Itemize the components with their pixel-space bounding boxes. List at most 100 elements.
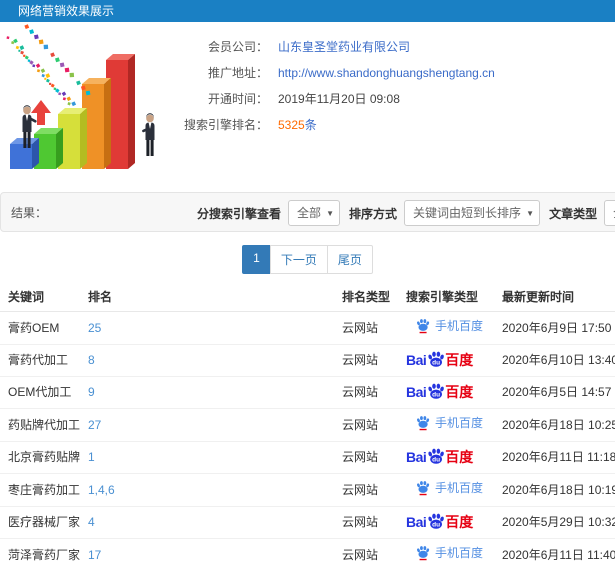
cell-rank[interactable]: 25 [80,312,334,345]
page-button-current[interactable]: 1 [242,245,271,274]
company-row: 会员公司： 山东皇圣堂药业有限公司 [184,34,495,60]
next-page-button[interactable]: 下一页 [270,245,328,274]
cell-engine: Bai du 百度 [398,345,494,377]
cell-rank[interactable]: 27 [80,409,334,442]
cell-update-time: 2020年6月5日 14:57 [494,377,615,409]
cell-rank-type: 云网站 [334,312,398,345]
cell-update-time: 2020年6月11日 11:40 [494,539,615,571]
engine-select[interactable]: 全部 ▼ [288,200,340,226]
svg-text:du: du [432,521,440,528]
ranking-count-label: 搜索引擎排名： [184,112,268,138]
article-type-label: 文章类型 [549,205,597,222]
baidu-logo: Bai du 百度 [406,448,473,467]
cell-rank-type: 云网站 [334,507,398,539]
table-row: 医疗器械厂家 4 云网站 Bai du 百度 2020年5月29日 10:32 [0,507,615,539]
cell-engine: 手机百度 [398,409,494,442]
cell-rank[interactable]: 1,4,6 [80,474,334,507]
sort-filter-label: 排序方式 [349,205,397,222]
cell-keyword: 膏药代加工 [0,345,80,377]
header-rank-type: 排名类型 [334,282,398,312]
filter-controls: 分搜索引擎查看 全部 ▼ 排序方式 关键词由短到长排序 ▼ 文章类型 全部 ▼ … [197,193,615,233]
cell-update-time: 2020年6月18日 10:25 [494,409,615,442]
baidu-logo: Bai du 百度 [406,383,473,402]
cell-rank[interactable]: 4 [80,507,334,539]
cell-engine: Bai du 百度 [398,507,494,539]
table-row: OEM代加工 9 云网站 Bai du 百度 2020年6月5日 14:57 [0,377,615,409]
cell-rank-type: 云网站 [334,345,398,377]
sort-select[interactable]: 关键词由短到长排序 ▼ [404,200,540,226]
ranking-count-suffix: 条 [305,118,317,132]
baidu-logo-name: 百度 [445,515,473,530]
baidu-paw-icon: du [427,351,445,367]
baidu-paw-icon: du [427,383,445,399]
sort-select-value: 关键词由短到长排序 [413,206,521,220]
cell-update-time: 2020年6月10日 13:40 [494,345,615,377]
ranking-count-row: 搜索引擎排名： 5325条 [184,112,495,138]
table-row: 菏泽膏药厂家 17 云网站 手机百度 2020年6月11日 11:40 [0,539,615,571]
baidu-paw-icon: du [427,448,445,464]
baidu-logo-bai: Bai [406,385,426,400]
promo-url-link[interactable]: http://www.shandonghuangshengtang.cn [278,60,495,86]
promo-url-label: 推广地址： [184,60,268,86]
svg-text:du: du [432,456,440,463]
baidu-logo-name: 百度 [445,450,473,465]
cell-update-time: 2020年6月18日 10:19 [494,474,615,507]
engine-filter-label: 分搜索引擎查看 [197,205,281,222]
mobile-baidu-badge: 手机百度 [406,415,483,431]
open-time-value: 2019年11月20日 09:08 [278,86,400,112]
cell-engine: 手机百度 [398,539,494,571]
engine-select-value: 全部 [297,206,321,220]
company-label: 会员公司： [184,34,268,60]
cell-rank-type: 云网站 [334,409,398,442]
cell-engine: Bai du 百度 [398,377,494,409]
cell-rank-type: 云网站 [334,539,398,571]
result-label: 结果： [11,204,51,221]
chevron-down-icon: ▼ [326,202,334,226]
cell-rank[interactable]: 1 [80,442,334,474]
mobile-baidu-label: 手机百度 [435,481,483,496]
baidu-logo-name: 百度 [445,353,473,368]
chevron-down-icon: ▼ [526,202,534,226]
baidu-logo: Bai du 百度 [406,513,473,532]
ranking-table: 关键词 排名 排名类型 搜索引擎类型 最新更新时间 膏药OEM 25 云网站 [0,282,615,571]
cell-engine: 手机百度 [398,312,494,345]
cell-update-time: 2020年6月9日 17:50 [494,312,615,345]
cell-rank[interactable]: 9 [80,377,334,409]
cell-rank-type: 云网站 [334,474,398,507]
header-engine-type: 搜索引擎类型 [398,282,494,312]
mobile-baidu-badge: 手机百度 [406,318,483,334]
mobile-baidu-paw-icon [416,480,430,496]
filter-bar: 结果： 分搜索引擎查看 全部 ▼ 排序方式 关键词由短到长排序 ▼ 文章类型 全… [0,192,615,232]
cell-keyword: 枣庄膏药加工 [0,474,80,507]
mobile-baidu-badge: 手机百度 [406,480,483,496]
last-page-button[interactable]: 尾页 [327,245,373,274]
mobile-baidu-label: 手机百度 [435,319,483,334]
article-type-select[interactable]: 全部 ▼ [604,200,615,226]
bar-chart-illustration [0,22,184,184]
table-row: 膏药OEM 25 云网站 手机百度 2020年6月9日 17:50 [0,312,615,345]
table-row: 北京膏药贴牌 1 云网站 Bai du 百度 2020年6月11日 11:18 [0,442,615,474]
cell-keyword: 膏药OEM [0,312,80,345]
ranking-count-number: 5325 [278,118,305,132]
baidu-logo-bai: Bai [406,515,426,530]
growth-chart-image [0,22,184,184]
cell-engine: Bai du 百度 [398,442,494,474]
mobile-baidu-label: 手机百度 [435,416,483,431]
header-rank: 排名 [80,282,334,312]
cell-keyword: 医疗器械厂家 [0,507,80,539]
company-link[interactable]: 山东皇圣堂药业有限公司 [278,34,410,60]
promo-url-row: 推广地址： http://www.shandonghuangshengtang.… [184,60,495,86]
cell-rank-type: 云网站 [334,377,398,409]
cell-engine: 手机百度 [398,474,494,507]
cell-rank[interactable]: 17 [80,539,334,571]
cell-rank[interactable]: 8 [80,345,334,377]
baidu-logo: Bai du 百度 [406,351,473,370]
cell-keyword: 北京膏药贴牌 [0,442,80,474]
open-time-label: 开通时间： [184,86,268,112]
page-title: 网络营销效果展示 [18,4,114,18]
cell-update-time: 2020年6月11日 11:18 [494,442,615,474]
mobile-baidu-paw-icon [416,545,430,561]
baidu-logo-name: 百度 [445,385,473,400]
table-body: 膏药OEM 25 云网站 手机百度 2020年6月9日 17:50 膏药代加工 … [0,312,615,571]
open-time-row: 开通时间： 2019年11月20日 09:08 [184,86,495,112]
